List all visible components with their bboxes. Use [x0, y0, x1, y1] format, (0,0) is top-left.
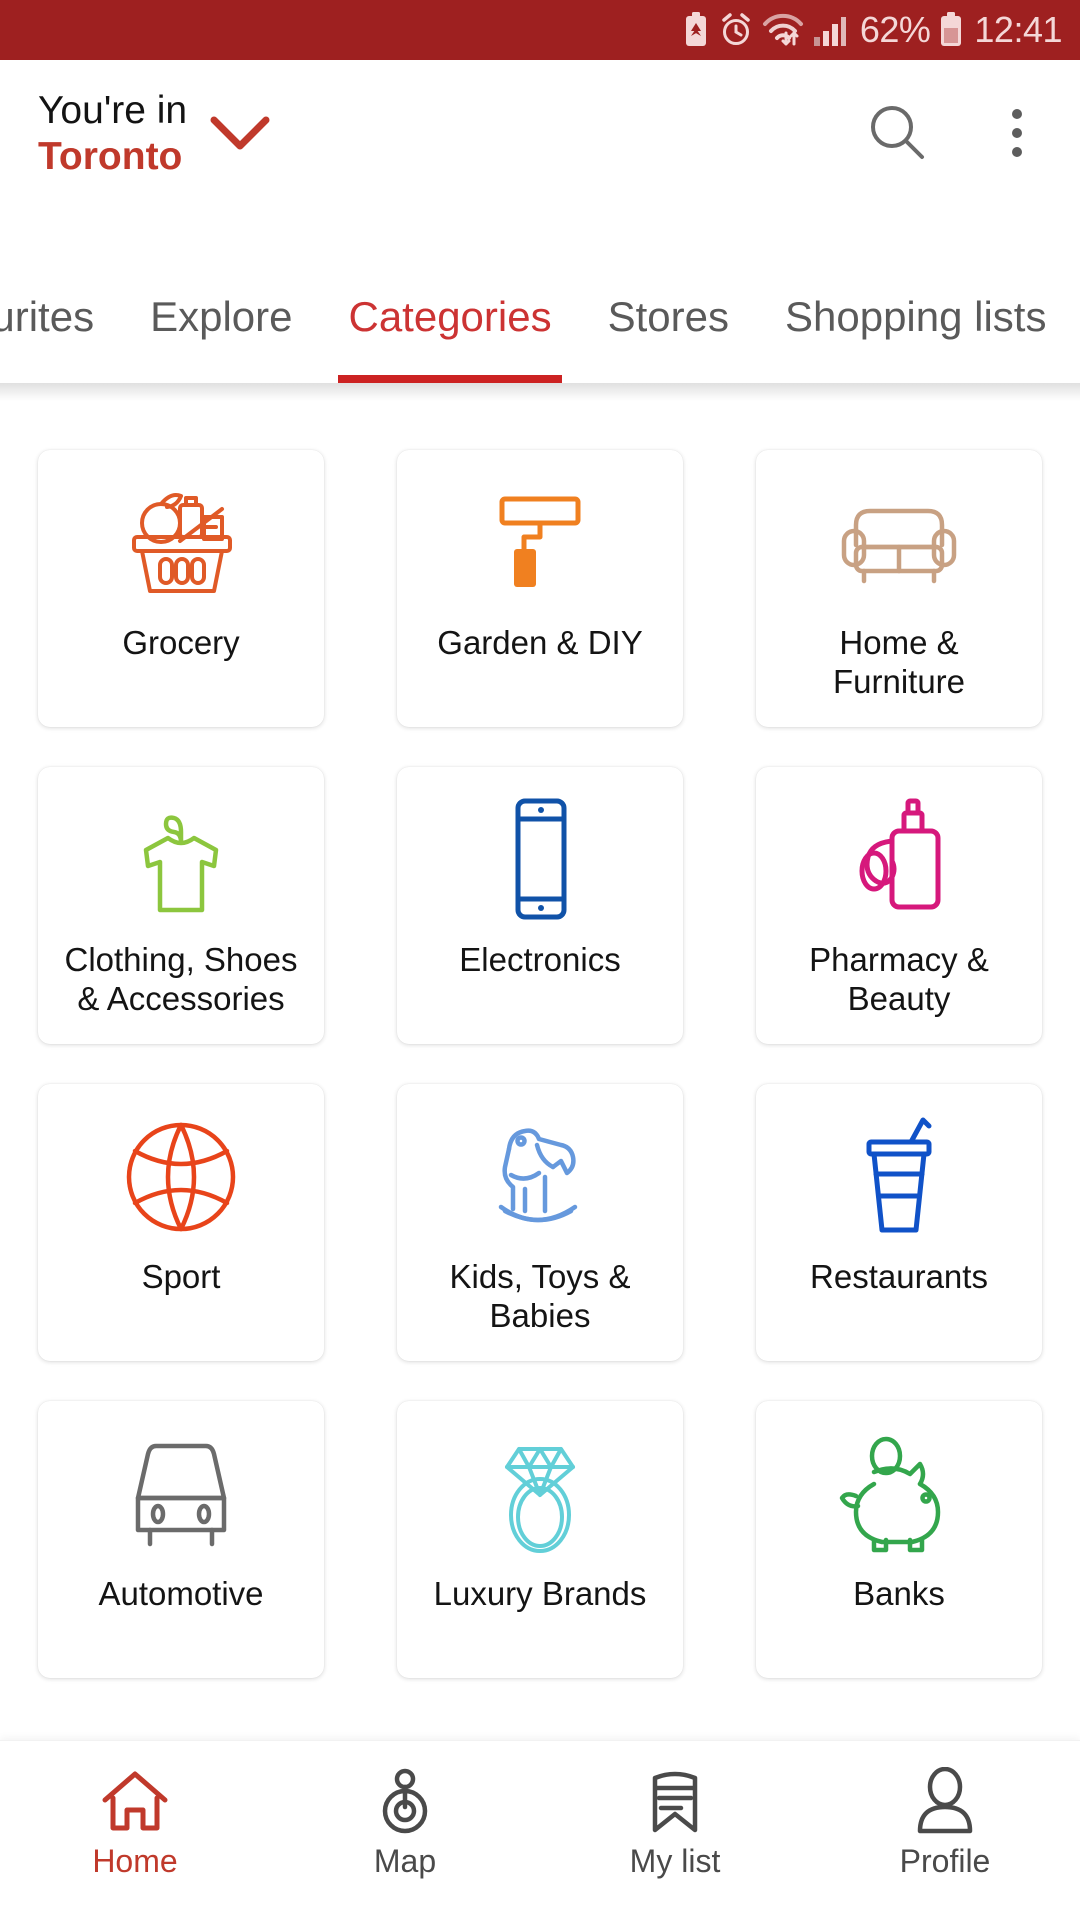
perfume-bottle-icon: [844, 785, 954, 935]
sofa-icon: [834, 468, 964, 618]
battery-percent-text: 62%: [859, 9, 931, 50]
category-label: Luxury Brands: [433, 1575, 647, 1612]
location-selector[interactable]: You're in Toronto: [38, 88, 271, 180]
location-prefix-label: You're in: [38, 89, 188, 132]
category-card-kids-toys-babies[interactable]: Kids, Toys & Babies: [397, 1084, 683, 1361]
category-label: Garden & DIY: [437, 624, 643, 661]
header-actions: [860, 96, 1054, 170]
nav-label: Home: [92, 1843, 178, 1879]
nav-item-home[interactable]: Home: [0, 1741, 270, 1880]
overflow-menu-icon: [1012, 109, 1022, 157]
category-tabbar[interactable]: Favourites Explore Categories Stores Sho…: [0, 255, 1080, 383]
dot: [1012, 109, 1022, 119]
search-button[interactable]: [860, 96, 934, 170]
bottom-navigation: Home Map My list Profile: [0, 1740, 1080, 1920]
basketball-icon: [121, 1102, 241, 1252]
nav-label: My list: [629, 1843, 721, 1879]
category-grid-scroll[interactable]: Grocery Garden & DIY Home & Furniture Cl…: [0, 383, 1080, 1920]
tab-explore[interactable]: Explore: [122, 255, 320, 383]
grid-bottom-fade: [0, 1726, 1080, 1740]
drink-cup-icon: [849, 1102, 949, 1252]
battery-saver-icon: [682, 12, 710, 48]
status-bar: 62% 12:41: [0, 0, 1080, 60]
category-grid: Grocery Garden & DIY Home & Furniture Cl…: [0, 383, 1080, 1678]
dot: [1012, 147, 1022, 157]
category-label: Grocery: [122, 624, 240, 661]
status-clock: 12:41: [974, 9, 1062, 50]
category-label: Electronics: [459, 941, 621, 978]
category-card-luxury-brands[interactable]: Luxury Brands: [397, 1401, 683, 1678]
nav-item-profile[interactable]: Profile: [810, 1741, 1080, 1880]
person-icon: [912, 1765, 978, 1837]
smartphone-icon: [500, 785, 580, 935]
category-card-banks[interactable]: Banks: [756, 1401, 1042, 1678]
category-card-grocery[interactable]: Grocery: [38, 450, 324, 727]
category-card-home-furniture[interactable]: Home & Furniture: [756, 450, 1042, 727]
location-city-label: Toronto: [38, 135, 183, 179]
category-label: Home & Furniture: [832, 624, 966, 700]
tab-label: Shopping lists: [784, 293, 1047, 340]
tshirt-hanger-icon: [126, 785, 236, 935]
app-header: You're in Toronto: [0, 60, 1080, 260]
tab-label: Explore: [150, 293, 293, 340]
nav-label: Map: [373, 1843, 437, 1879]
tab-label: Favourites: [0, 293, 95, 340]
signal-bars-icon: [813, 13, 847, 47]
tab-stores[interactable]: Stores: [580, 255, 757, 383]
tab-label: Stores: [607, 293, 729, 340]
tab-label: Categories: [348, 293, 552, 340]
car-icon: [116, 1419, 246, 1569]
paint-roller-icon: [480, 468, 600, 618]
map-pin-icon: [370, 1765, 440, 1837]
category-card-electronics[interactable]: Electronics: [397, 767, 683, 1044]
battery-icon: [939, 12, 963, 48]
tab-shopping-lists[interactable]: Shopping lists: [757, 255, 1075, 383]
search-icon: [866, 101, 928, 166]
dot: [1012, 128, 1022, 138]
app-root: 62% 12:41 You're in Toronto urites Explo…: [0, 0, 1080, 1920]
tabs-track: Favourites Explore Categories Stores Sho…: [0, 255, 1074, 383]
category-card-clothing[interactable]: Clothing, Shoes & Accessories: [38, 767, 324, 1044]
category-label: Automotive: [98, 1575, 264, 1612]
category-label: Pharmacy & Beauty: [809, 941, 989, 1017]
chevron-down-icon[interactable]: [209, 114, 271, 159]
category-label: Sport: [141, 1258, 221, 1295]
category-card-pharmacy-beauty[interactable]: Pharmacy & Beauty: [756, 767, 1042, 1044]
overflow-menu-button[interactable]: [980, 96, 1054, 170]
tab-categories[interactable]: Categories: [320, 255, 579, 383]
category-card-garden-diy[interactable]: Garden & DIY: [397, 450, 683, 727]
category-card-automotive[interactable]: Automotive: [38, 1401, 324, 1678]
wifi-icon: [762, 13, 804, 47]
bookmark-list-icon: [645, 1765, 705, 1837]
category-label: Kids, Toys & Babies: [449, 1258, 631, 1334]
alarm-clock-icon: [719, 13, 753, 47]
tab-favourites[interactable]: Favourites: [0, 255, 122, 383]
diamond-ring-icon: [485, 1419, 595, 1569]
piggy-bank-icon: [834, 1419, 964, 1569]
nav-label: Profile: [899, 1843, 991, 1879]
category-label: Restaurants: [810, 1258, 988, 1295]
grocery-basket-icon: [116, 468, 246, 618]
category-card-restaurants[interactable]: Restaurants: [756, 1084, 1042, 1361]
nav-item-map[interactable]: Map: [270, 1741, 540, 1880]
home-icon: [99, 1765, 171, 1837]
category-label: Banks: [853, 1575, 945, 1612]
rocking-horse-icon: [475, 1102, 605, 1252]
category-label: Clothing, Shoes & Accessories: [64, 941, 298, 1017]
category-card-sport[interactable]: Sport: [38, 1084, 324, 1361]
nav-item-my-list[interactable]: My list: [540, 1741, 810, 1880]
location-text-group: You're in Toronto: [38, 88, 187, 180]
